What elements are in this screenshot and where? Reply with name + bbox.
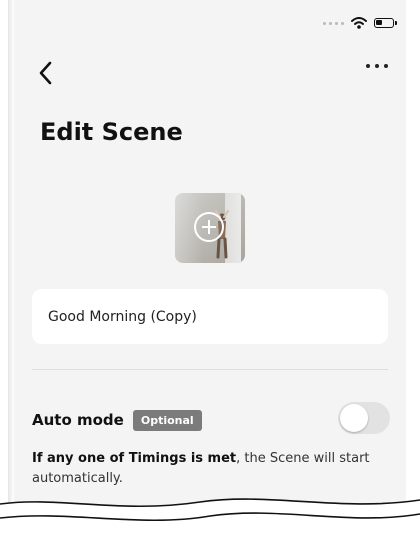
add-circle-icon (194, 212, 224, 242)
scene-name-value: Good Morning (Copy) (48, 308, 197, 325)
more-dot (375, 64, 379, 68)
divider (32, 369, 388, 370)
auto-mode-toggle[interactable] (338, 402, 390, 434)
wifi-icon (351, 17, 367, 29)
optional-badge: Optional (132, 409, 202, 431)
torn-edge (0, 498, 420, 538)
toggle-knob (340, 404, 368, 432)
app-screen: Edit Scene Good Morning (Copy) Auto mode… (14, 0, 406, 506)
battery-icon (374, 18, 397, 28)
chevron-left-icon (39, 61, 52, 85)
auto-mode-label: Auto mode (32, 411, 124, 429)
scene-name-field[interactable]: Good Morning (Copy) (32, 289, 388, 344)
more-dot (366, 64, 370, 68)
more-options-button[interactable] (366, 64, 388, 68)
more-dot (384, 64, 388, 68)
auto-mode-description: If any one of Timings is met, the Scene … (32, 449, 392, 489)
signal-icon (323, 21, 344, 25)
scene-photo-button[interactable] (175, 193, 245, 263)
page-title: Edit Scene (40, 118, 183, 146)
auto-mode-description-bold: If any one of Timings is met (32, 451, 237, 466)
status-bar (323, 17, 397, 29)
back-button[interactable] (36, 60, 56, 86)
